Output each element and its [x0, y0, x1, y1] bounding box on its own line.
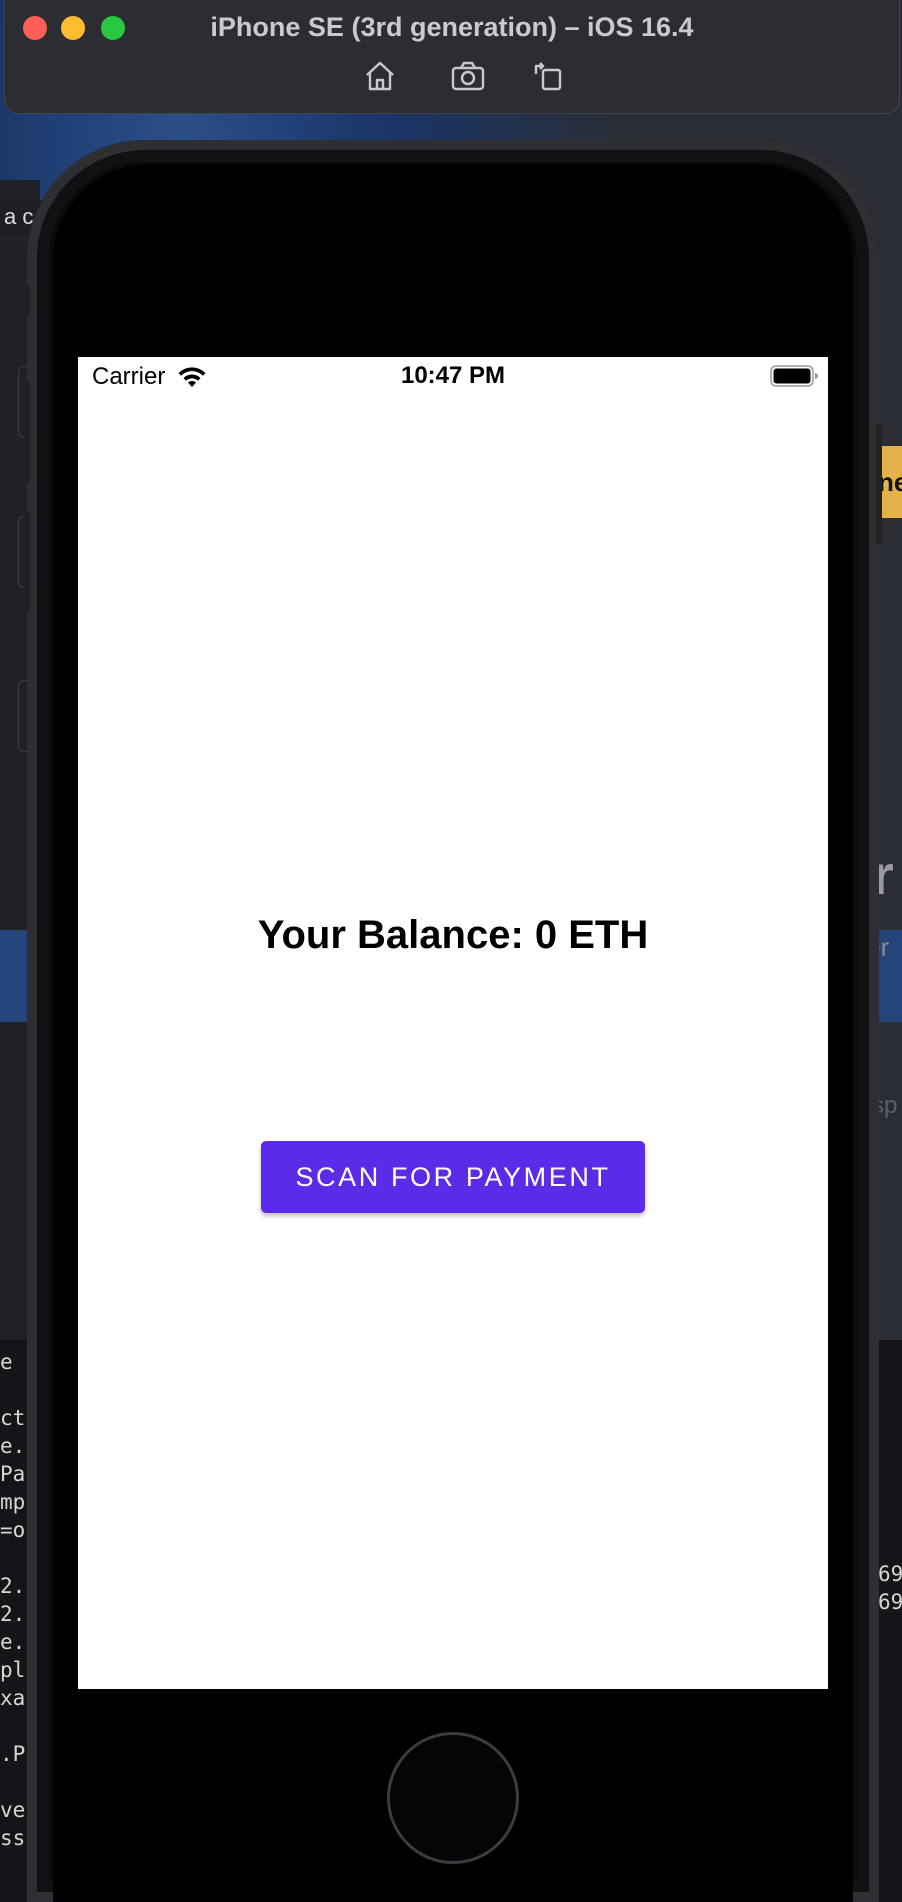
home-button[interactable] — [387, 1732, 519, 1864]
camera-icon[interactable] — [451, 60, 485, 92]
balance-label: Your Balance: 0 ETH — [257, 913, 649, 957]
battery-icon — [770, 365, 818, 387]
scan-for-payment-button[interactable]: SCAN FOR PAYMENT — [261, 1141, 645, 1213]
simulator-titlebar: iPhone SE (3rd generation) – iOS 16.4 — [4, 0, 900, 114]
console-text-right: 69 69 — [878, 1562, 902, 1614]
mute-switch — [24, 286, 30, 316]
volume-up-button — [24, 382, 30, 482]
iphone-screen: Carrier 10:47 PM Your Balance: 0 ETH SCA… — [78, 357, 828, 1689]
status-bar: Carrier 10:47 PM — [78, 357, 828, 397]
home-icon[interactable] — [363, 60, 397, 92]
status-time: 10:47 PM — [400, 362, 506, 389]
volume-down-button — [24, 512, 30, 612]
rotate-icon[interactable] — [532, 60, 566, 92]
simulator-window-title: iPhone SE (3rd generation) – iOS 16.4 — [210, 12, 694, 42]
power-button — [876, 424, 882, 544]
